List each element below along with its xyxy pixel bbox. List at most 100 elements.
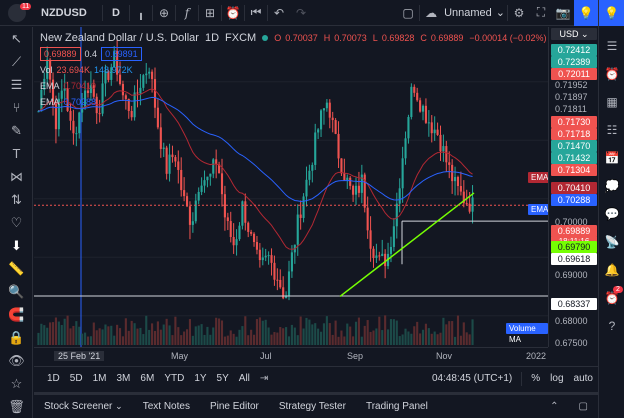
- percent-scale-toggle[interactable]: %: [526, 373, 545, 384]
- settings-gear-icon[interactable]: ⚙: [508, 0, 530, 26]
- add-indicator-plus-icon[interactable]: ⊕: [153, 0, 175, 26]
- ema-label: EMA: [40, 81, 60, 91]
- publish-idea-icon[interactable]: 💡: [574, 0, 598, 26]
- hotlists-icon[interactable]: ☷: [599, 116, 624, 144]
- magnet-icon[interactable]: 🧲: [0, 303, 33, 326]
- legend-ema-row-2[interactable]: EMA 0.70288: [40, 94, 548, 110]
- range-ytd[interactable]: YTD: [159, 373, 189, 384]
- lock-drawings-icon[interactable]: 🔒: [0, 326, 33, 349]
- maximize-panel-icon[interactable]: ▢: [569, 401, 598, 412]
- trendline-tool-icon[interactable]: ⟋: [0, 50, 33, 73]
- legend-volume-row[interactable]: Vol 23.694K 148.972K: [40, 62, 548, 78]
- notification-alerts-icon[interactable]: ⏰ 2: [599, 284, 624, 312]
- legend-open-label: O: [274, 33, 282, 43]
- candle-body: [168, 154, 171, 174]
- streams-icon[interactable]: 📡: [599, 228, 624, 256]
- notifications-bell-icon[interactable]: 🔔: [599, 256, 624, 284]
- indicators-fx-icon[interactable]: f: [176, 0, 198, 26]
- price-tick: 0.71811: [555, 104, 587, 114]
- volume-bar: [238, 329, 241, 345]
- fullscreen-square-icon[interactable]: ▢: [397, 0, 419, 26]
- templates-grid-icon[interactable]: ⊞: [199, 0, 221, 26]
- chat-icon[interactable]: 💬: [599, 200, 624, 228]
- icons-tool-icon[interactable]: ♡: [0, 211, 33, 234]
- replay-icon[interactable]: ⏮: [245, 0, 267, 26]
- ruler-icon[interactable]: 📏: [0, 257, 33, 280]
- volume-bar: [151, 323, 154, 345]
- tab-stock-screener[interactable]: Stock Screener ⌄: [34, 401, 133, 412]
- tab-strategy-tester[interactable]: Strategy Tester: [269, 401, 356, 412]
- currency-selector[interactable]: USD ⌄: [551, 28, 597, 40]
- collapse-chevron-icon[interactable]: ⌃: [540, 401, 568, 412]
- range-6m[interactable]: 6M: [135, 373, 159, 384]
- text-tool-icon[interactable]: T: [0, 142, 33, 165]
- favorites-star-icon[interactable]: ☆: [0, 372, 33, 395]
- range-5d[interactable]: 5D: [65, 373, 88, 384]
- tab-text-notes[interactable]: Text Notes: [133, 401, 200, 412]
- bar-style-candles-icon[interactable]: ╻: [130, 0, 152, 26]
- range-3m[interactable]: 3M: [112, 373, 136, 384]
- cursor-icon[interactable]: ↖: [0, 27, 33, 50]
- horizontal-lines-icon[interactable]: ☰: [0, 73, 33, 96]
- candle-body: [459, 186, 462, 192]
- brush-icon[interactable]: ✎: [0, 119, 33, 142]
- symbol-search-button[interactable]: NZDUSD: [34, 0, 102, 26]
- pitchfork-icon[interactable]: ⑂: [0, 96, 33, 119]
- volume-bar: [322, 323, 326, 345]
- fullscreen-corners-icon[interactable]: ⛶: [530, 0, 552, 26]
- pattern-tool-icon[interactable]: ⋈: [0, 165, 33, 188]
- timezone-clock[interactable]: 04:48:45 (UTC+1): [427, 373, 517, 384]
- buy-price-box[interactable]: 0.69891: [101, 47, 142, 61]
- volume-bar: [436, 334, 439, 345]
- interval-button[interactable]: D: [103, 0, 129, 26]
- range-1d[interactable]: 1D: [42, 373, 65, 384]
- candle-body: [296, 214, 299, 245]
- snapshot-camera-icon[interactable]: 📷: [552, 0, 574, 26]
- undo-icon[interactable]: ↶: [268, 0, 290, 26]
- down-arrow-icon[interactable]: ⬇: [0, 234, 33, 257]
- lightbulb-icon[interactable]: 💡: [599, 0, 624, 26]
- range-1y[interactable]: 1Y: [189, 373, 211, 384]
- log-scale-toggle[interactable]: log: [545, 373, 568, 384]
- time-label-crosshair: 25 Feb '21: [54, 351, 105, 361]
- calendar-icon[interactable]: 📅: [599, 144, 624, 172]
- price-tick: 0.68000: [555, 316, 588, 326]
- volume-bar: [270, 334, 273, 345]
- watchlist-icon[interactable]: ☰: [599, 32, 624, 60]
- ideas-icon[interactable]: 💭: [599, 172, 624, 200]
- candle-body: [337, 133, 340, 159]
- prediction-tool-icon[interactable]: ⇅: [0, 188, 33, 211]
- data-window-icon[interactable]: ▦: [599, 88, 624, 116]
- sell-price-box[interactable]: 0.69889: [40, 47, 81, 61]
- candle-body: [244, 201, 247, 223]
- hide-drawings-eye-icon[interactable]: 👁: [0, 349, 33, 372]
- alerts-clock-icon[interactable]: ⏰: [599, 60, 624, 88]
- time-axis[interactable]: 25 Feb '21 May Jul Sep Nov 2022: [34, 347, 548, 365]
- volume-bar: [337, 336, 340, 345]
- range-all[interactable]: All: [234, 373, 255, 384]
- tab-trading-panel[interactable]: Trading Panel: [356, 401, 438, 412]
- range-1m[interactable]: 1M: [88, 373, 112, 384]
- tab-pine-editor[interactable]: Pine Editor: [200, 401, 269, 412]
- price-axis[interactable]: USD ⌄ 0.72412 0.72389 0.72011 0.71952 0.…: [548, 27, 598, 348]
- redo-icon[interactable]: ↷: [290, 0, 312, 26]
- auto-scale-toggle[interactable]: auto: [569, 373, 598, 384]
- alert-clock-icon[interactable]: ⏰: [222, 0, 244, 26]
- help-icon[interactable]: ?: [599, 312, 624, 340]
- candle-body: [183, 190, 186, 197]
- layout-name-button[interactable]: Unnamed: [442, 0, 494, 26]
- volume-bar: [360, 336, 363, 345]
- cloud-save-icon[interactable]: ☁: [420, 0, 442, 26]
- user-avatar-button[interactable]: 11: [0, 0, 34, 26]
- goto-date-calendar-icon[interactable]: ⇥: [255, 373, 273, 384]
- drawing-toolbar: ↖ ⟋ ☰ ⑂ ✎ T ⋈ ⇅ ♡ ⬇ 📏 🔍 🧲 🔒 👁 ☆ 🗑: [0, 27, 33, 418]
- layout-menu-chevron-down-icon[interactable]: ⌄: [494, 0, 507, 26]
- candle-body: [395, 203, 398, 227]
- chart-pane[interactable]: New Zealand Dollar / U.S. Dollar 1D FXCM…: [34, 27, 548, 347]
- candle-body: [156, 107, 159, 128]
- legend-ema-row-1[interactable]: EMA 0.70410: [40, 78, 548, 94]
- zoom-in-icon[interactable]: 🔍: [0, 280, 33, 303]
- candle-body: [226, 217, 229, 222]
- range-5y[interactable]: 5Y: [212, 373, 234, 384]
- delete-trash-icon[interactable]: 🗑: [0, 395, 33, 418]
